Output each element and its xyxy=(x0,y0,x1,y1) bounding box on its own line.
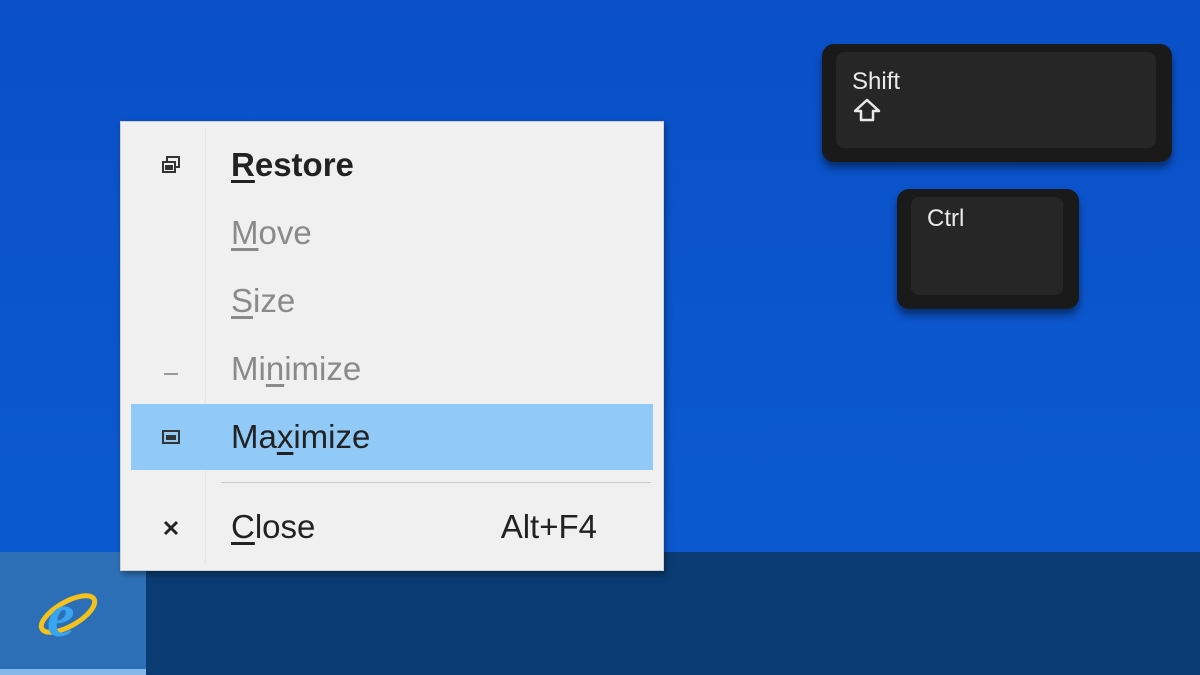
close-icon xyxy=(159,494,183,560)
desktop: Shift Ctrl e Restore Move Size Minimize … xyxy=(0,0,1200,675)
maximize-icon xyxy=(159,404,183,470)
menu-separator xyxy=(221,482,651,483)
menu-item-restore[interactable]: Restore xyxy=(131,132,653,198)
menu-item-move[interactable]: Move xyxy=(131,200,653,266)
ctrl-key-label: Ctrl xyxy=(927,205,965,232)
menu-item-label: Close xyxy=(231,508,316,545)
window-system-menu: Restore Move Size Minimize Maximize Clos… xyxy=(120,121,664,571)
menu-item-label: Size xyxy=(231,282,296,319)
menu-item-label: Minimize xyxy=(231,350,362,387)
minimize-icon xyxy=(159,336,183,402)
menu-item-maximize[interactable]: Maximize xyxy=(131,404,653,470)
menu-item-size[interactable]: Size xyxy=(131,268,653,334)
menu-item-label: Restore xyxy=(231,146,354,183)
shift-key-label: Shift xyxy=(852,68,901,95)
menu-item-close[interactable]: Close Alt+F4 xyxy=(131,494,653,560)
menu-item-label: Maximize xyxy=(231,418,371,455)
internet-explorer-icon: e xyxy=(38,582,98,648)
shift-key: Shift xyxy=(822,44,1172,162)
menu-item-minimize[interactable]: Minimize xyxy=(131,336,653,402)
ctrl-key: Ctrl xyxy=(897,189,1079,309)
shift-keycap xyxy=(836,52,1156,148)
svg-text:e: e xyxy=(47,582,75,648)
restore-icon xyxy=(159,132,183,198)
taskbar-app-active-indicator xyxy=(0,669,146,675)
shift-arrow-icon xyxy=(853,98,881,122)
close-shortcut: Alt+F4 xyxy=(500,508,597,545)
menu-item-label: Move xyxy=(231,214,312,251)
